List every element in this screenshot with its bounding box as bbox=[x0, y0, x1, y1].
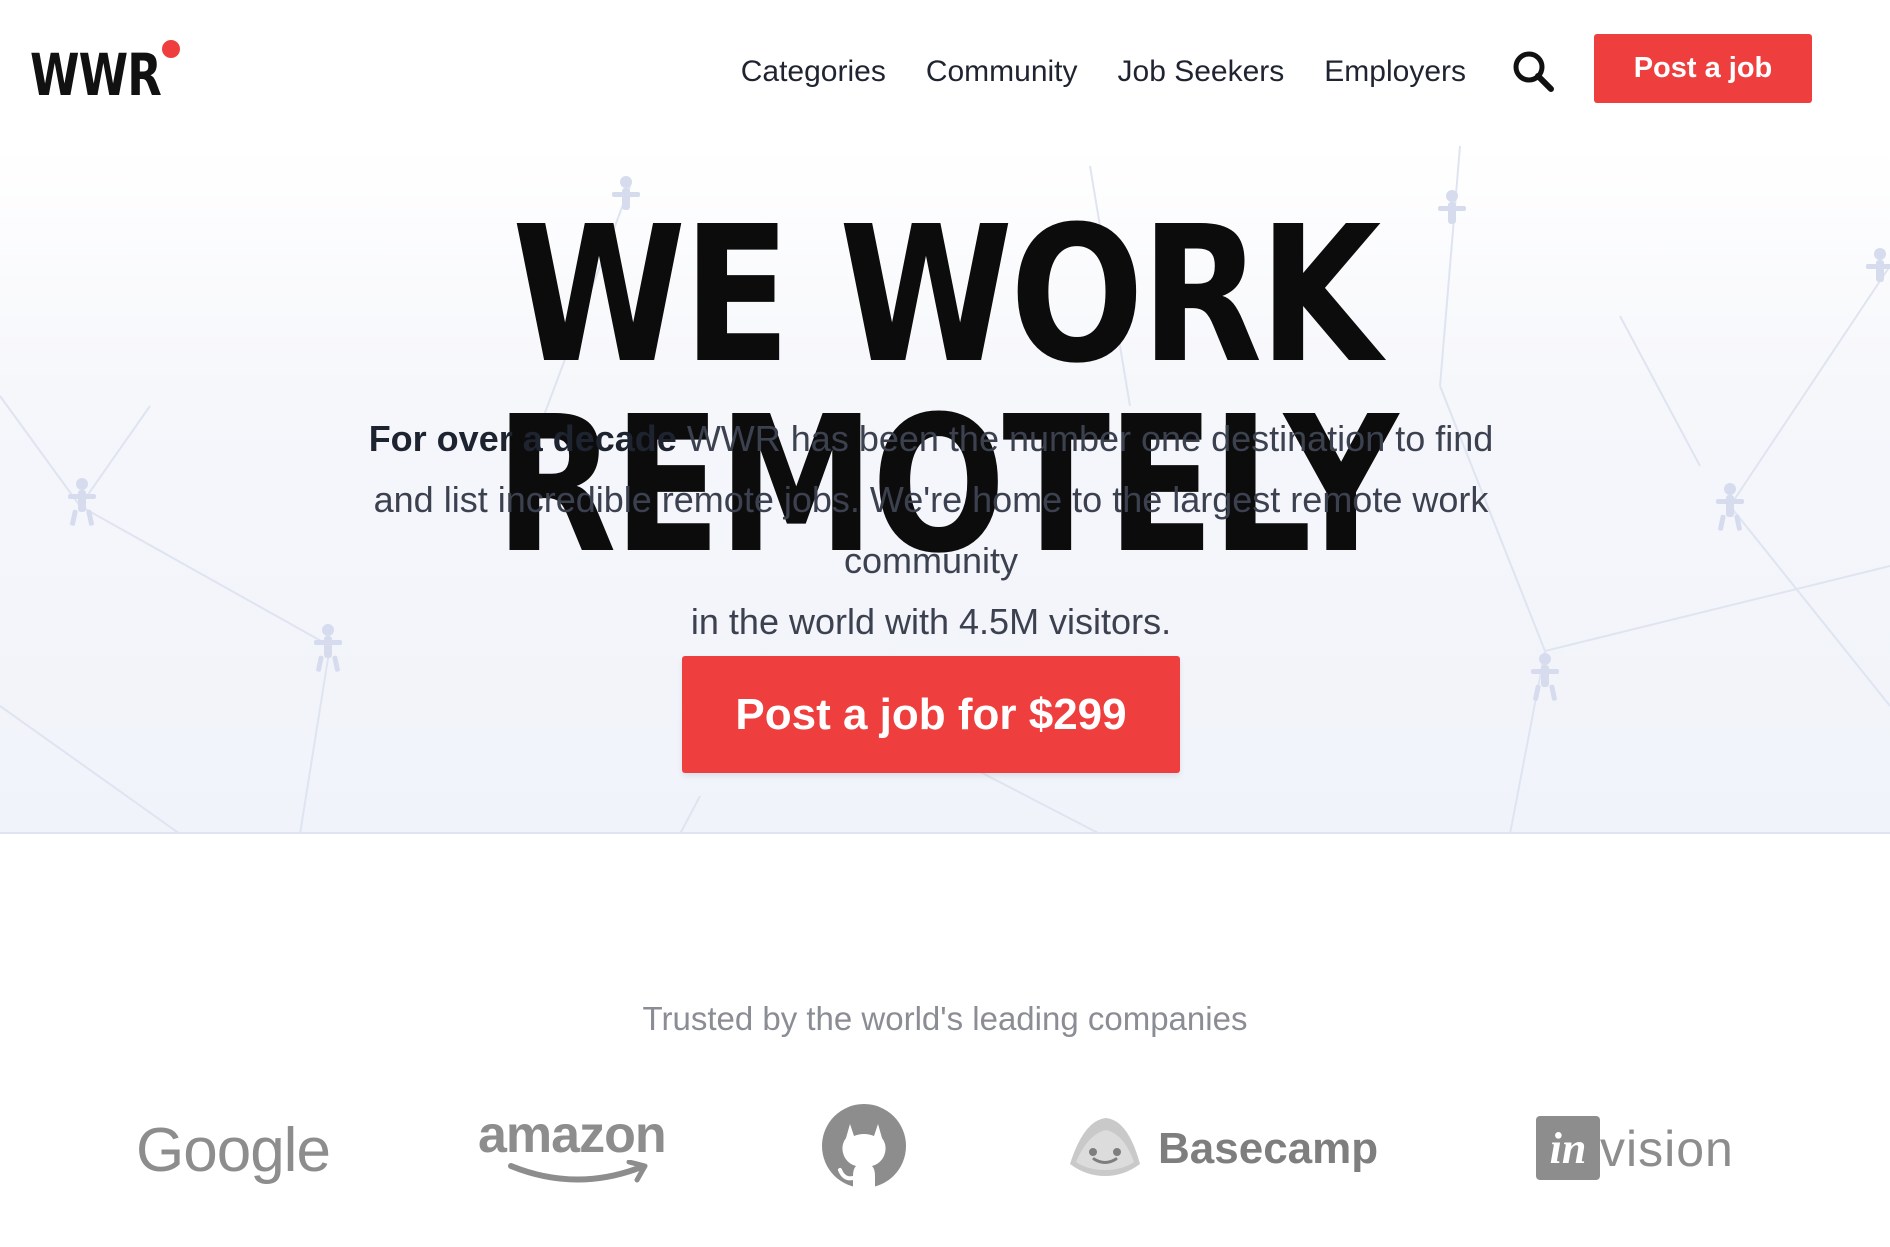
basecamp-icon bbox=[1070, 1118, 1140, 1176]
amazon-smile-icon bbox=[508, 1160, 648, 1183]
hero-desc-line1: WWR has been the number one destination … bbox=[676, 418, 1494, 459]
nav-employers[interactable]: Employers bbox=[1324, 55, 1466, 89]
hero-description: For over a decade WWR has been the numbe… bbox=[320, 408, 1542, 652]
invision-logo: vision bbox=[1600, 1121, 1734, 1177]
hero-desc-line2: and list incredible remote jobs. We're h… bbox=[373, 479, 1489, 520]
logo-dot bbox=[162, 40, 180, 58]
hero-desc-bold: For over a decade bbox=[368, 418, 677, 459]
nav-community[interactable]: Community bbox=[926, 55, 1078, 89]
company-logos: Google amazon Basecamp in vision bbox=[0, 1090, 1890, 1210]
logo-text: WWR bbox=[30, 41, 162, 109]
site-header: WWR Categories Community Job Seekers Emp… bbox=[0, 0, 1890, 146]
github-icon bbox=[822, 1104, 906, 1190]
google-logo: Google bbox=[136, 1116, 331, 1185]
main-nav: Categories Community Job Seekers Employe… bbox=[741, 52, 1466, 92]
wwr-logo[interactable]: WWR bbox=[30, 40, 190, 110]
basecamp-logo: Basecamp bbox=[1158, 1124, 1379, 1173]
nav-categories[interactable]: Categories bbox=[741, 55, 886, 89]
hero-desc-line3: community bbox=[843, 540, 1019, 581]
post-job-button[interactable]: Post a job bbox=[1594, 34, 1812, 103]
invision-logo-mark: in bbox=[1536, 1116, 1600, 1180]
search-icon[interactable] bbox=[1510, 48, 1556, 94]
trusted-heading: Trusted by the world's leading companies bbox=[642, 1000, 1248, 1037]
amazon-logo: amazon bbox=[478, 1106, 667, 1164]
post-job-cta-button[interactable]: Post a job for $299 bbox=[682, 656, 1180, 773]
hero-section: WE WORK REMOTELY For over a decade WWR h… bbox=[0, 146, 1890, 834]
nav-job-seekers[interactable]: Job Seekers bbox=[1118, 55, 1285, 89]
hero-desc-line4: in the world with 4.5M visitors. bbox=[690, 601, 1172, 642]
